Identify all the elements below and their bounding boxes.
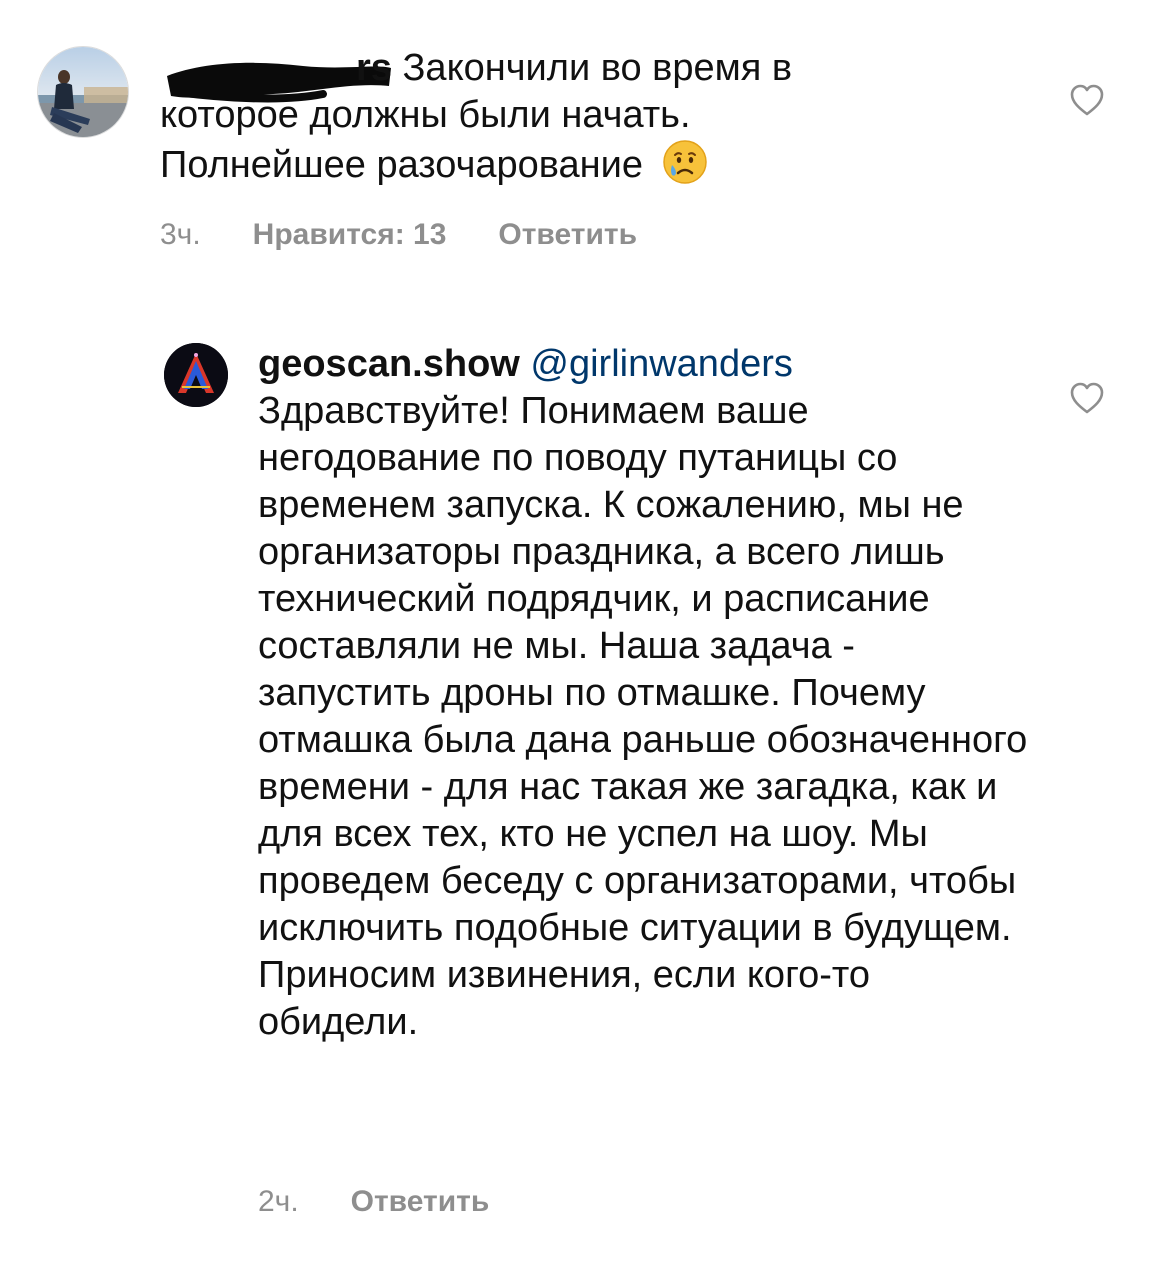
avatar-photo-icon [38,47,128,137]
heart-outline-icon[interactable] [1069,83,1105,117]
comment-2-meta: 2ч. Ответить [258,1185,541,1219]
comment-2-mention[interactable]: @girlinwanders [530,343,792,385]
heart-outline-icon[interactable] [1069,381,1105,415]
comment-1-meta: 3ч. Нравится: 13 Ответить [160,218,689,252]
comment-1-username[interactable]: rs [356,47,392,89]
geoscan-logo-icon [164,343,228,407]
comment-2-body: geoscan.show @girlinwanders Здравствуйте… [258,341,1028,1046]
comment-2-time: 2ч. [258,1185,299,1218]
comment-2-username[interactable]: geoscan.show [258,343,520,385]
comment-1-reply-button[interactable]: Ответить [498,218,637,251]
comment-1-likes[interactable]: Нравится: 13 [253,218,447,251]
comment-2-reply-button[interactable]: Ответить [351,1185,490,1218]
crying-face-icon [662,140,707,184]
geoscan-avatar[interactable] [164,343,228,407]
comment-1-time: 3ч. [160,218,201,251]
comment-2-text: Здравствуйте! Понимаем ваше негодование … [258,390,1028,1043]
comment-1-body: rs Закончили во время в которое должны б… [160,45,900,189]
commenter-avatar[interactable] [37,46,129,138]
